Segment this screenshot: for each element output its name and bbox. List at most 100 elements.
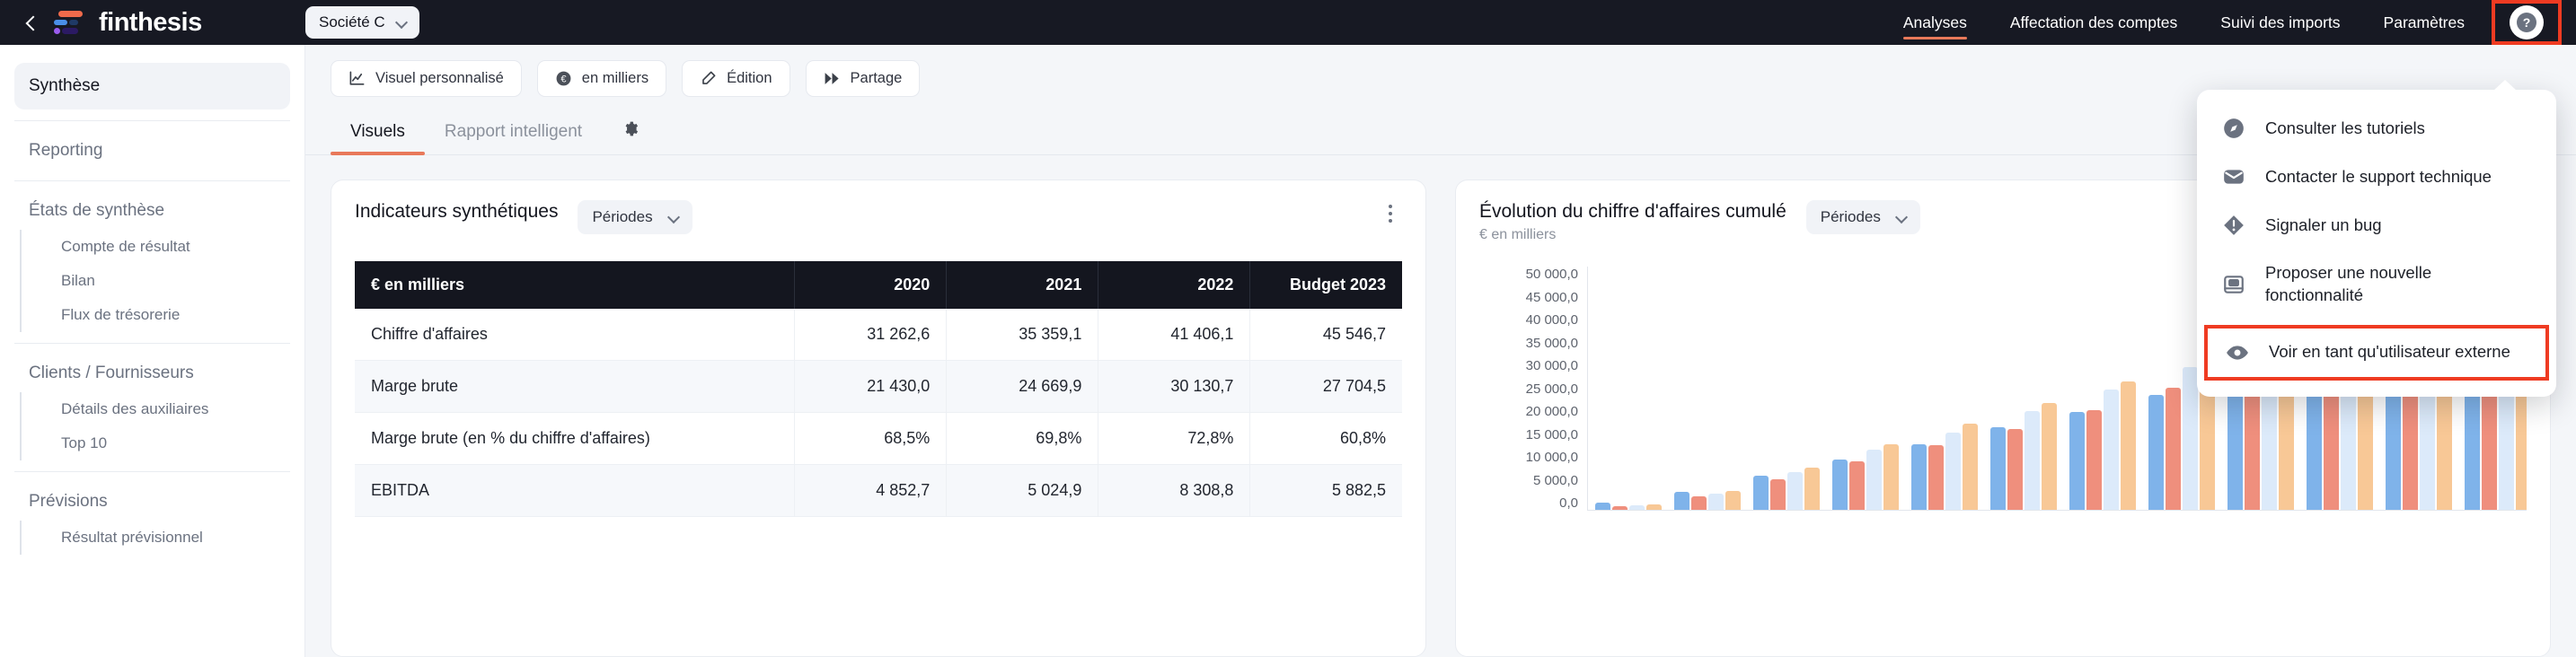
chart-bar[interactable] xyxy=(1595,503,1610,512)
sidebar-item-top-10[interactable]: Top 10 xyxy=(20,426,304,460)
sidebar-divider xyxy=(14,120,290,121)
chart-bar[interactable] xyxy=(2148,394,2164,512)
sidebar-group-reporting[interactable]: Reporting xyxy=(0,132,304,170)
menu-item-signaler-un-bug[interactable]: Signaler un bug xyxy=(2197,201,2556,250)
tab-rapport-intelligent[interactable]: Rapport intelligent xyxy=(425,117,602,154)
chart-bar[interactable] xyxy=(1770,479,1786,512)
chart-bar[interactable] xyxy=(1832,460,1848,512)
chart-bar[interactable] xyxy=(1691,495,1707,512)
chart-bar-group xyxy=(1911,267,1978,512)
primary-nav: Analyses Affectation des comptes Suivi d… xyxy=(1882,0,2576,45)
unit-button[interactable]: € en milliers xyxy=(536,60,667,97)
sidebar-item-details-des-auxiliaires[interactable]: Détails des auxiliaires xyxy=(20,392,304,426)
chart-bar[interactable] xyxy=(1883,444,1899,512)
company-selector[interactable]: Société C xyxy=(305,6,419,39)
chart-bar-group xyxy=(1674,267,1741,512)
tab-visuels[interactable]: Visuels xyxy=(331,117,425,155)
menu-item-label: Consulter les tutoriels xyxy=(2265,118,2425,137)
chart-bar[interactable] xyxy=(2025,410,2040,512)
periods-selector[interactable]: Périodes xyxy=(1805,200,1920,234)
sidebar-item-flux-de-tresorerie[interactable]: Flux de trésorerie xyxy=(20,298,304,332)
chart-bar[interactable] xyxy=(1674,491,1689,512)
table-header-row: € en milliers 2020 2021 2022 Budget 2023 xyxy=(355,261,1402,309)
chart-line-icon xyxy=(348,70,366,87)
sidebar-item-compte-de-resultat[interactable]: Compte de résultat xyxy=(20,230,304,264)
gear-icon[interactable] xyxy=(602,115,651,154)
chart-bar[interactable] xyxy=(2086,409,2102,512)
table-cell-label: Chiffre d'affaires xyxy=(355,309,796,361)
chart-bar[interactable] xyxy=(1911,444,1927,512)
chart-bar[interactable] xyxy=(2007,428,2023,512)
card-title: Évolution du chiffre d'affaires cumulé xyxy=(1479,201,1786,222)
table-cell-value: 30 130,7 xyxy=(1098,360,1251,413)
table-col-budget-2023: Budget 2023 xyxy=(1249,261,1402,309)
visuel-personnalise-button[interactable]: Visuel personnalisé xyxy=(331,60,522,97)
chart-bar[interactable] xyxy=(1612,506,1628,512)
chart-bar[interactable] xyxy=(2104,390,2119,512)
edition-button[interactable]: Édition xyxy=(682,60,790,97)
table-cell-value: 72,8% xyxy=(1098,412,1251,465)
chart-bar[interactable] xyxy=(2042,403,2057,512)
help-button[interactable]: ? xyxy=(2510,5,2544,39)
table-cell-value: 21 430,0 xyxy=(794,360,948,413)
chart-bar[interactable] xyxy=(1708,494,1724,512)
nav-item-parametres[interactable]: Paramètres xyxy=(2362,0,2486,45)
sidebar-item-resultat-previsionnel[interactable]: Résultat prévisionnel xyxy=(20,521,304,555)
table-cell-value: 5 024,9 xyxy=(946,464,1099,517)
finthesis-logo-icon xyxy=(54,9,83,36)
chart-bar[interactable] xyxy=(1753,476,1769,512)
chart-bar[interactable] xyxy=(1990,426,2006,512)
chart-bar[interactable] xyxy=(1963,424,1978,512)
indicators-table-wrapper: € en milliers 2020 2021 2022 Budget 2023… xyxy=(355,261,1402,517)
table-cell-value: 4 852,7 xyxy=(794,464,948,517)
chart-bar[interactable] xyxy=(1787,471,1803,512)
table-row: EBITDA 4 852,7 5 024,9 8 308,8 5 882,5 xyxy=(355,464,1402,517)
chart-bar[interactable] xyxy=(1725,490,1741,512)
nav-item-suivi-des-imports[interactable]: Suivi des imports xyxy=(2199,0,2361,45)
sidebar-group-etats-de-synthese[interactable]: États de synthèse xyxy=(0,192,304,230)
menu-item-voir-en-tant-qu-utilisateur-externe[interactable]: Voir en tant qu'utilisateur externe xyxy=(2204,324,2549,381)
table-col-2020: 2020 xyxy=(794,261,948,309)
chart-bar[interactable] xyxy=(1646,504,1662,512)
company-selector-label: Société C xyxy=(319,13,385,31)
nav-item-affectation-des-comptes[interactable]: Affectation des comptes xyxy=(1989,0,2199,45)
menu-item-consulter-les-tutoriels[interactable]: Consulter les tutoriels xyxy=(2197,104,2556,153)
menu-item-proposer-une-nouvelle-fonctionnalite[interactable]: Proposer une nouvelle fonctionnalité xyxy=(2197,250,2556,320)
chart-y-tick: 25 000,0 xyxy=(1525,381,1578,397)
main-content: Visuel personnalisé € en milliers Éditio… xyxy=(305,45,2576,657)
periods-selector[interactable]: Périodes xyxy=(578,200,693,234)
table-cell-value: 69,8% xyxy=(946,412,1099,465)
table-col-2021: 2021 xyxy=(946,261,1099,309)
menu-item-label: Contacter le support technique xyxy=(2265,166,2492,186)
kebab-menu-icon[interactable] xyxy=(1379,200,1402,227)
chevron-down-icon xyxy=(397,18,406,27)
chart-bar[interactable] xyxy=(2228,381,2243,512)
envelope-icon xyxy=(2220,165,2247,188)
sidebar-group-previsions[interactable]: Prévisions xyxy=(0,483,304,521)
chart-bar[interactable] xyxy=(2069,412,2085,512)
chart-bar[interactable] xyxy=(2166,388,2181,512)
chart-bar-group xyxy=(2069,267,2136,512)
sidebar-item-bilan[interactable]: Bilan xyxy=(20,264,304,298)
sidebar-item-synthese[interactable]: Synthèse xyxy=(14,63,290,110)
chart-bar[interactable] xyxy=(1945,433,1961,512)
chart-bar[interactable] xyxy=(1804,468,1820,512)
partage-button-label: Partage xyxy=(850,70,903,86)
table-cell-value: 60,8% xyxy=(1249,412,1402,465)
table-cell-value: 41 406,1 xyxy=(1098,309,1251,361)
chevron-left-icon[interactable] xyxy=(23,15,38,30)
chart-bar[interactable] xyxy=(1629,505,1645,512)
chart-bar[interactable] xyxy=(1928,445,1944,512)
chart-y-tick: 20 000,0 xyxy=(1525,404,1578,420)
nav-item-analyses[interactable]: Analyses xyxy=(1882,0,1989,45)
chart-bar[interactable] xyxy=(1849,460,1865,512)
chart-bar[interactable] xyxy=(2121,381,2136,512)
sidebar-divider xyxy=(14,471,290,472)
sidebar-group-clients-fournisseurs[interactable]: Clients / Fournisseurs xyxy=(0,355,304,392)
chart-bar[interactable] xyxy=(1866,450,1882,512)
menu-item-contacter-le-support-technique[interactable]: Contacter le support technique xyxy=(2197,153,2556,201)
chart-bar[interactable] xyxy=(2183,366,2198,512)
sidebar-divider xyxy=(14,180,290,181)
partage-button[interactable]: Partage xyxy=(805,60,921,97)
table-col-unit: € en milliers xyxy=(355,261,796,309)
